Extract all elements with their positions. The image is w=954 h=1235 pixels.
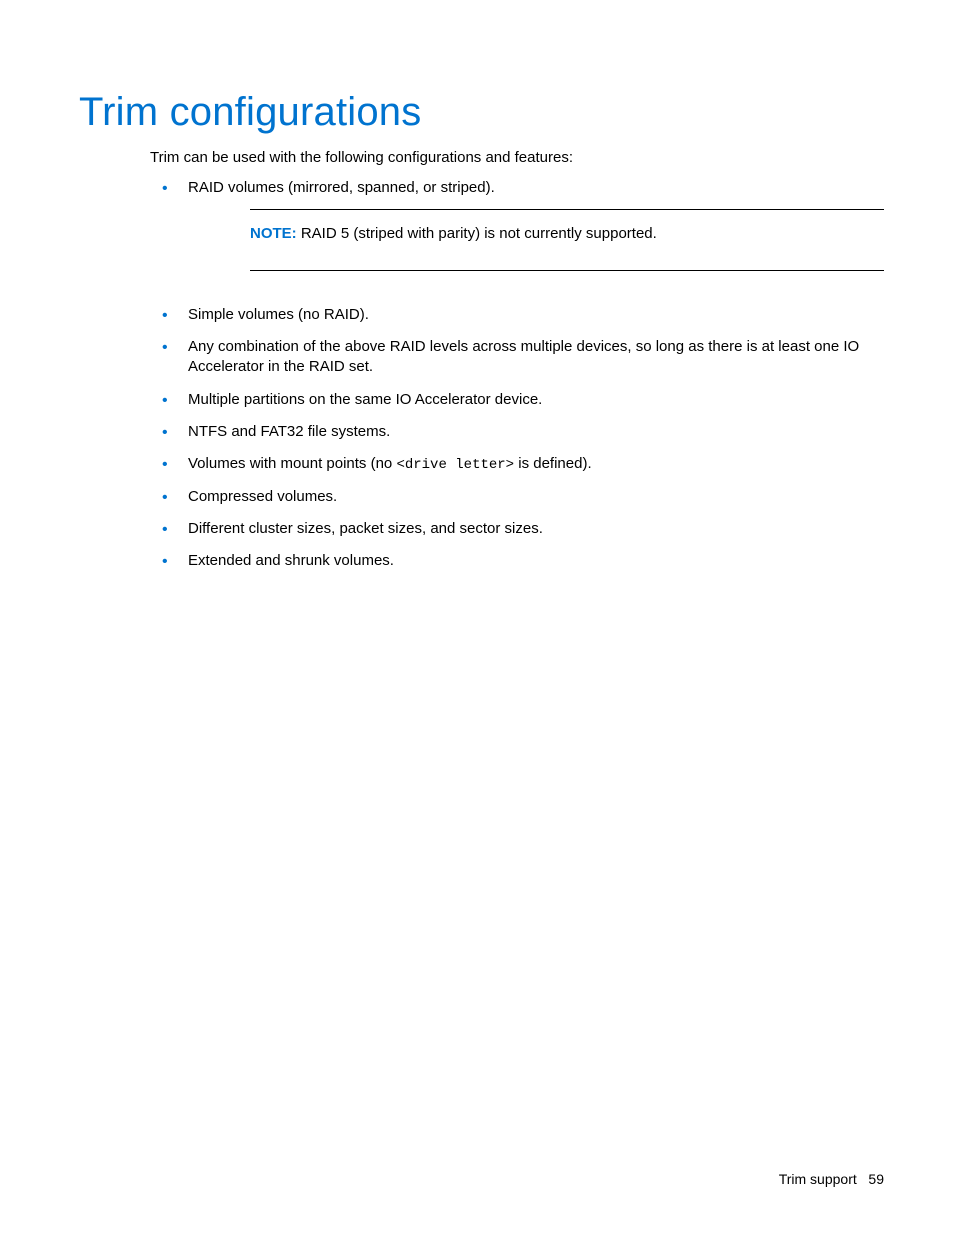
list-item: Any combination of the above RAID levels… (150, 337, 884, 378)
list-item-text: Simple volumes (no RAID). (188, 306, 369, 323)
list-item: Different cluster sizes, packet sizes, a… (150, 519, 884, 539)
note-body: RAID 5 (striped with parity) is not curr… (301, 225, 657, 242)
code-text: <drive letter> (396, 457, 514, 473)
body-content: Trim can be used with the following conf… (150, 148, 884, 584)
list-item-text: Compressed volumes. (188, 488, 337, 505)
list-item-text: Extended and shrunk volumes. (188, 552, 394, 569)
note-label: NOTE: (250, 225, 297, 242)
config-list: RAID volumes (mirrored, spanned, or stri… (150, 178, 884, 271)
list-item-text-post: is defined). (514, 455, 592, 472)
footer-page: 59 (868, 1171, 884, 1187)
list-item: Simple volumes (no RAID). (150, 305, 884, 325)
list-item-text: Any combination of the above RAID levels… (188, 338, 859, 375)
footer: Trim support 59 (779, 1171, 884, 1187)
list-item-text-pre: Volumes with mount points (no (188, 455, 396, 472)
list-item: Compressed volumes. (150, 487, 884, 507)
note-box: NOTE: RAID 5 (striped with parity) is no… (250, 209, 884, 271)
list-item-text: RAID volumes (mirrored, spanned, or stri… (188, 179, 495, 196)
list-item: Extended and shrunk volumes. (150, 551, 884, 571)
page-heading: Trim configurations (79, 90, 421, 135)
list-item: Multiple partitions on the same IO Accel… (150, 390, 884, 410)
footer-section: Trim support (779, 1171, 857, 1187)
list-item-text: Multiple partitions on the same IO Accel… (188, 391, 542, 408)
list-item: RAID volumes (mirrored, spanned, or stri… (150, 178, 884, 271)
intro-text: Trim can be used with the following conf… (150, 148, 884, 168)
list-item-text: NTFS and FAT32 file systems. (188, 423, 390, 440)
page: Trim configurations Trim can be used wit… (0, 0, 954, 1235)
list-item: Volumes with mount points (no <drive let… (150, 454, 884, 475)
config-list-cont: Simple volumes (no RAID). Any combinatio… (150, 305, 884, 572)
list-item-text: Different cluster sizes, packet sizes, a… (188, 520, 543, 537)
spacer (150, 285, 884, 305)
list-item: NTFS and FAT32 file systems. (150, 422, 884, 442)
